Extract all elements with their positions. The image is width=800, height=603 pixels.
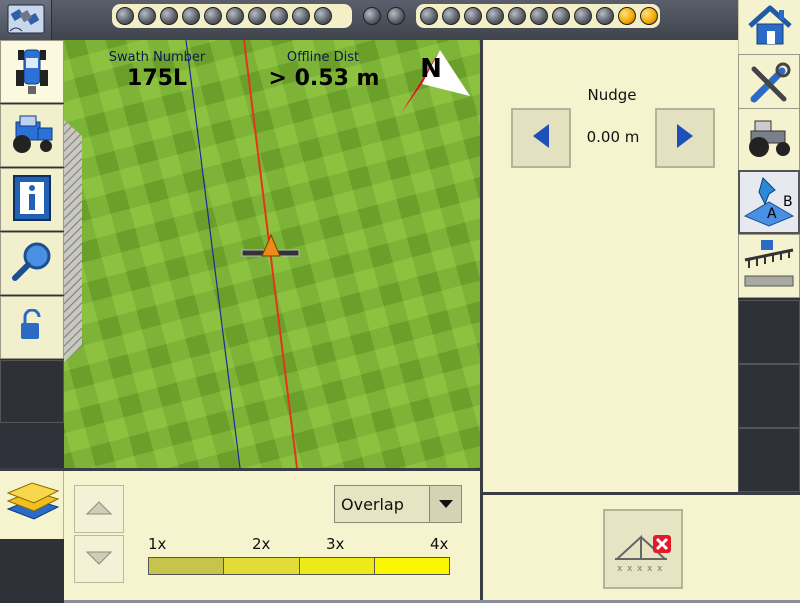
layers-button[interactable]: [0, 471, 64, 539]
lightbar-led: [420, 7, 438, 25]
lightbar-left: [112, 4, 352, 28]
offline-distance-label: Offline Dist: [286, 50, 360, 65]
empty-toolbar-slot: [738, 364, 800, 428]
legend-label-2x: 2x: [252, 535, 271, 553]
ab-line-icon: A B: [741, 172, 797, 232]
lightbar-led: [387, 7, 405, 25]
svg-text:x: x: [637, 564, 643, 574]
svg-text:B: B: [783, 194, 793, 210]
implement-error-icon: xxx xx: [611, 519, 675, 579]
swath-number-value: 175L: [127, 66, 187, 91]
tools-icon: [746, 61, 792, 111]
lightbar-led: [160, 7, 178, 25]
lightbar-led: [116, 7, 134, 25]
map-view[interactable]: Swath Number 175L Offline Dist > 0.53 m …: [64, 40, 480, 468]
lightbar-led: [442, 7, 460, 25]
lightbar-led: [530, 7, 548, 25]
arrow-right-icon: [675, 123, 695, 153]
lightbar-led: [314, 7, 332, 25]
nudge-title: Nudge: [587, 86, 637, 104]
svg-text:A: A: [767, 206, 777, 222]
legend-label-3x: 3x: [326, 535, 345, 553]
lightbar-led: [618, 7, 636, 25]
legend-segment: [224, 558, 300, 574]
home-icon: [747, 4, 793, 50]
svg-text:x: x: [657, 564, 663, 574]
legend-label-1x: 1x: [148, 535, 167, 553]
gps-status-button[interactable]: [0, 0, 52, 40]
info-button[interactable]: [0, 168, 64, 231]
lightbar-led: [182, 7, 200, 25]
lightbar-center: [354, 4, 414, 28]
guidance-ab-button[interactable]: A B: [738, 170, 800, 234]
top-bar: [0, 0, 800, 40]
satellite-icon: [6, 1, 46, 39]
lightbar-led: [363, 7, 381, 25]
legend-segment: [299, 558, 375, 574]
nudge-left-button[interactable]: [511, 108, 571, 168]
empty-toolbar-slot: [738, 428, 800, 492]
layers-icon: [4, 479, 60, 531]
svg-text:x: x: [617, 564, 623, 574]
triangle-down-icon: [85, 550, 113, 569]
coverage-legend-bar: [148, 557, 450, 575]
svg-text:x: x: [647, 564, 653, 574]
field-map: [64, 40, 480, 468]
tractor-icon: [8, 112, 56, 160]
legend-segment: [374, 558, 449, 574]
unlock-icon: [17, 308, 47, 347]
implement-status-panel: xxx xx: [480, 492, 800, 600]
coverage-mode-value: Overlap: [341, 494, 404, 514]
lightbar-led: [248, 7, 266, 25]
lightbar-right: [416, 4, 660, 28]
lightbar-led: [552, 7, 570, 25]
lightbar-led: [292, 7, 310, 25]
lightbar-led: [464, 7, 482, 25]
vehicle-view-button[interactable]: [0, 40, 64, 103]
lightbar-led: [596, 7, 614, 25]
empty-toolbar-slot: [0, 539, 64, 603]
nudge-right-button[interactable]: [655, 108, 715, 168]
lightbar-led: [574, 7, 592, 25]
home-button[interactable]: [738, 0, 800, 54]
vehicle-setup-button[interactable]: [738, 108, 800, 172]
empty-toolbar-slot: [738, 300, 800, 364]
legend-segment: [149, 558, 225, 574]
lock-button[interactable]: [0, 296, 64, 359]
legend-label-4x: 4x: [430, 535, 449, 553]
compass-north-label: N: [420, 54, 442, 84]
empty-toolbar-slot: [0, 360, 64, 423]
magnifier-icon: [10, 240, 54, 288]
tractor-icon: [745, 117, 793, 163]
scroll-down-button[interactable]: [74, 535, 124, 583]
lightbar-led: [204, 7, 222, 25]
lightbar-led: [486, 7, 504, 25]
toolbar-hatch: [64, 120, 82, 362]
implement-disabled-button[interactable]: xxx xx: [603, 509, 683, 589]
nudge-panel: Nudge 0.00 m: [480, 40, 738, 492]
lightbar-led: [640, 7, 658, 25]
arrow-left-icon: [531, 123, 551, 153]
tractor-3d-view-button[interactable]: [0, 104, 64, 167]
scroll-up-button[interactable]: [74, 485, 124, 533]
implement-setup-button[interactable]: [738, 234, 800, 298]
right-toolbar: A B: [738, 54, 800, 492]
nudge-value: 0.00 m: [586, 128, 640, 146]
chevron-down-icon: [429, 486, 461, 522]
left-toolbar: [0, 40, 64, 468]
lightbar-led: [138, 7, 156, 25]
offline-distance-value: > 0.53 m: [268, 66, 380, 91]
implement-icon: [741, 236, 797, 296]
lightbar-led: [270, 7, 288, 25]
coverage-panel: Overlap 1x 2x 3x 4x: [0, 468, 480, 603]
svg-text:x: x: [627, 564, 633, 574]
lightbar-led: [508, 7, 526, 25]
coverage-mode-dropdown[interactable]: Overlap: [334, 485, 462, 523]
search-button[interactable]: [0, 232, 64, 295]
tractor-top-icon: [10, 44, 54, 100]
triangle-up-icon: [85, 500, 113, 519]
lightbar-led: [226, 7, 244, 25]
info-icon: [12, 174, 52, 226]
swath-number-label: Swath Number: [108, 50, 206, 65]
